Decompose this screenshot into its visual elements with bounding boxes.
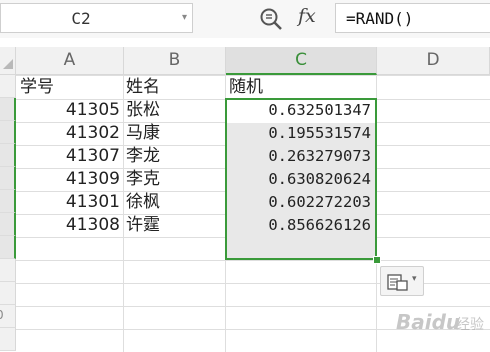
cell-name[interactable]: 李克 xyxy=(126,168,226,191)
formula-text: =RAND() xyxy=(346,9,414,28)
cell-id[interactable]: 41301 xyxy=(16,191,122,214)
column-header-d[interactable]: D xyxy=(377,47,490,75)
cell-id[interactable]: 41305 xyxy=(16,99,122,122)
cell-name[interactable]: 许霆 xyxy=(126,214,226,237)
cell-c1[interactable]: 随机 xyxy=(229,76,263,99)
column-header-c[interactable]: C xyxy=(226,47,377,75)
select-all-corner[interactable] xyxy=(0,47,16,75)
row-header[interactable]: 0 xyxy=(0,305,16,328)
chevron-down-icon: ▾ xyxy=(412,274,417,284)
chevron-down-icon[interactable]: ▾ xyxy=(182,12,187,23)
cell-name[interactable]: 李龙 xyxy=(126,145,226,168)
row-header[interactable] xyxy=(0,144,16,167)
row-number: 0 xyxy=(0,308,4,322)
row-header[interactable] xyxy=(0,213,16,236)
watermark: Baidu 经验 xyxy=(386,304,490,344)
magnify-formula-icon[interactable] xyxy=(258,6,284,32)
row-header[interactable] xyxy=(0,259,16,282)
row-header[interactable] xyxy=(0,75,16,98)
selection-border xyxy=(225,98,377,260)
paste-options-button[interactable]: ▾ xyxy=(380,266,424,296)
select-all-triangle-icon xyxy=(3,59,13,69)
cell-name[interactable]: 马康 xyxy=(126,122,226,145)
watermark-logo: Baidu xyxy=(396,310,461,334)
column-header-a[interactable]: A xyxy=(16,47,124,75)
formula-input[interactable]: =RAND() xyxy=(335,3,490,33)
cell-a1[interactable]: 学号 xyxy=(20,76,54,99)
cell-name[interactable]: 张松 xyxy=(126,99,226,122)
formula-bar: C2 ▾ fx =RAND() xyxy=(0,0,490,38)
name-box-value: C2 xyxy=(71,9,91,28)
cell-id[interactable]: 41302 xyxy=(16,122,122,145)
name-box[interactable]: C2 ▾ xyxy=(0,3,193,33)
cell-name[interactable]: 徐枫 xyxy=(126,191,226,214)
row-header[interactable] xyxy=(0,282,16,305)
row-header[interactable] xyxy=(0,121,16,144)
cell-id[interactable]: 41309 xyxy=(16,168,122,191)
row-header[interactable] xyxy=(0,328,16,351)
row-header[interactable] xyxy=(0,167,16,190)
fill-handle[interactable] xyxy=(373,256,381,264)
paste-options-icon xyxy=(387,274,408,291)
cell-b1[interactable]: 姓名 xyxy=(126,76,160,99)
column-header-b[interactable]: B xyxy=(124,47,226,75)
watermark-sub: 经验 xyxy=(456,317,484,333)
row-header[interactable] xyxy=(0,190,16,213)
row-header[interactable] xyxy=(0,236,16,259)
row-header[interactable] xyxy=(0,98,16,121)
cell-id[interactable]: 41308 xyxy=(16,214,122,237)
cell-id[interactable]: 41307 xyxy=(16,145,122,168)
fx-icon[interactable]: fx xyxy=(298,5,316,27)
